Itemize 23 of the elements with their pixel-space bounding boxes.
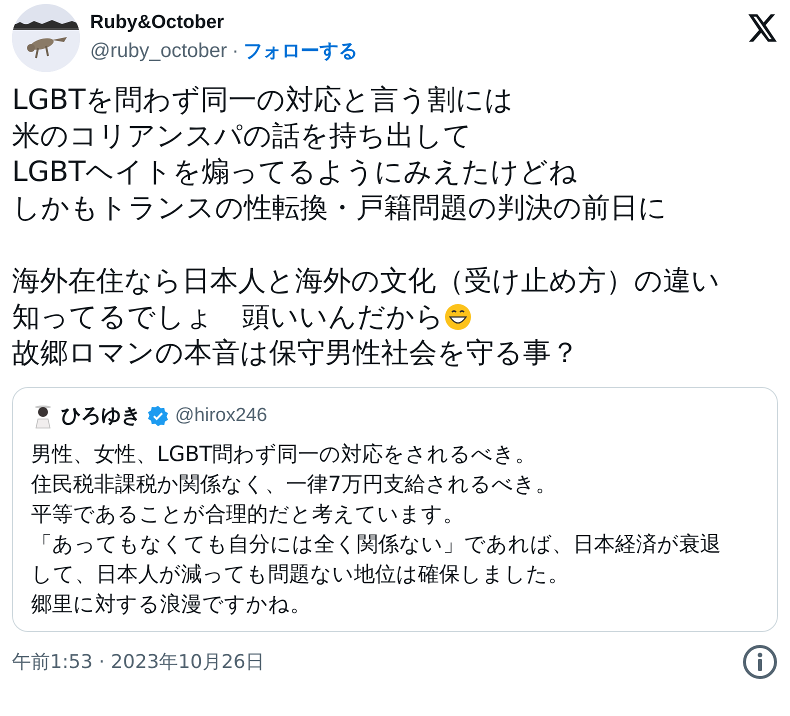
author-handle: @ruby_october bbox=[90, 40, 228, 62]
x-logo-icon[interactable] bbox=[748, 14, 778, 42]
tweet-text: 故郷ロマンの本音は保守男性社会を守る事？ bbox=[12, 335, 579, 371]
quoted-tweet-text: 住民税非課税か関係なく、一律7万円支給されるべき。 bbox=[31, 471, 558, 498]
quoted-tweet-text: して、日本人が減っても問題ない地位は確保しました。 bbox=[31, 561, 570, 588]
quoted-tweet-text: 郷里に対する浪漫ですかね。 bbox=[31, 591, 312, 618]
quoted-tweet-text: 「あってもなくても自分には全く関係ない」であれば、日本経済が衰退 bbox=[31, 531, 722, 558]
tweet-text: 知ってるでしょ 頭いいんだから bbox=[12, 299, 444, 335]
quoted-tweet-card[interactable]: ひろゆき @hirox246 男性、女性、LGBT問わず同一の対応をされるべき。 住民税非課税か関係なく、一律7万円支給されるべき。 平等であることが合理的だと考えています。 「あってもなくても自分には全く関係ない」であれば、日本経済が衰退 して、日本人が減っても問題ない地位は確保しました。 郷里に対する浪漫ですかね。 bbox=[12, 387, 778, 632]
quoted-tweet-text: 平等であることが合理的だと考えています。 bbox=[31, 501, 465, 528]
separator: · bbox=[232, 40, 239, 62]
tweet-text: LGBTヘイトを煽ってるようにみえたけどね bbox=[12, 154, 578, 190]
info-icon[interactable] bbox=[742, 644, 778, 680]
tweet-text: 米のコリアンスパの話を持ち出して bbox=[12, 118, 472, 154]
author-name: Ruby&October bbox=[90, 12, 226, 34]
tweet-text: 海外在住なら日本人と海外の文化（受け止め方）の違い bbox=[12, 263, 720, 299]
tweet-text: しかもトランスの性転換・戸籍問題の判決の前日に bbox=[12, 190, 667, 226]
tweet-text: LGBTを問わず同一の対応と言う割には bbox=[12, 82, 514, 118]
timestamp[interactable]: 午前1:53 · 2023年10月26日 bbox=[12, 649, 264, 675]
quoted-author-handle: @hirox246 bbox=[175, 404, 268, 426]
quoted-tweet-text: 男性、女性、LGBT問わず同一の対応をされるべき。 bbox=[31, 441, 538, 468]
follow-link[interactable]: フォローする bbox=[244, 38, 358, 64]
quoted-author-name: ひろゆき bbox=[61, 402, 141, 429]
